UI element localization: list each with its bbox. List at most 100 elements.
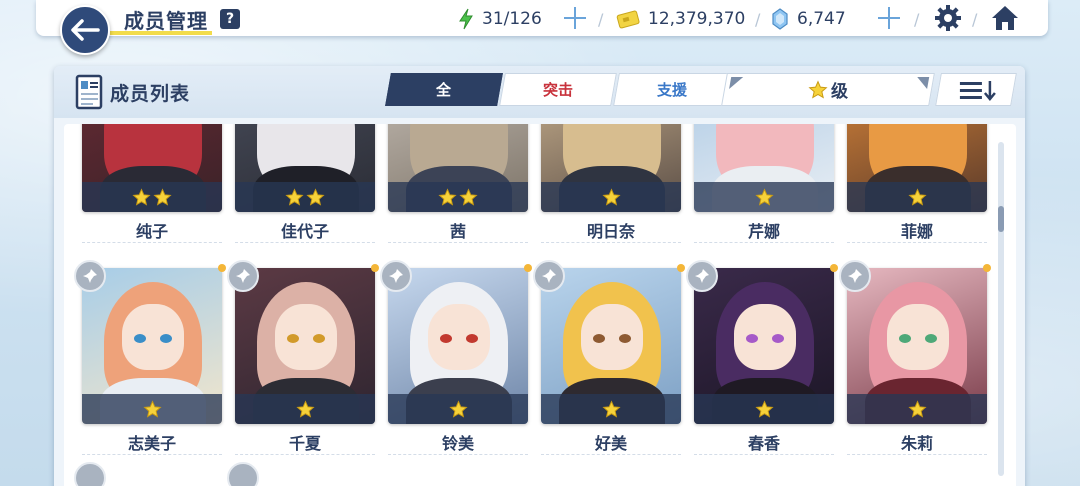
tab-striker-label: 突击 xyxy=(542,81,573,99)
divider xyxy=(541,242,681,243)
star-rating xyxy=(847,394,987,424)
divider: / xyxy=(755,10,761,29)
gear-icon[interactable] xyxy=(934,4,962,32)
pushpin-icon xyxy=(389,269,403,283)
divider xyxy=(847,242,987,243)
star-icon xyxy=(601,399,621,419)
sort-list-icon xyxy=(960,80,996,101)
help-button[interactable]: ? xyxy=(220,9,240,29)
credit-value: 12,379,370 xyxy=(648,9,746,29)
pin-icon[interactable] xyxy=(533,260,565,292)
pin-icon[interactable] xyxy=(839,260,871,292)
star-icon xyxy=(601,187,621,207)
panel-title: 成员列表 xyxy=(110,83,191,105)
face xyxy=(734,304,796,370)
tab-all-label: 全 xyxy=(436,81,452,99)
add-ap-button[interactable] xyxy=(562,5,588,31)
member-portrait xyxy=(541,124,681,212)
member-portrait xyxy=(82,268,222,424)
member-name: 明日奈 xyxy=(586,222,635,241)
pushpin-icon xyxy=(236,269,250,283)
member-name: 纯子 xyxy=(135,222,168,241)
divider xyxy=(694,454,834,455)
divider xyxy=(388,242,528,243)
divider: / xyxy=(598,10,604,29)
star-rating xyxy=(235,394,375,424)
eye xyxy=(134,334,146,343)
eye xyxy=(287,334,299,343)
member-name: 芹娜 xyxy=(747,222,780,241)
member-portrait xyxy=(847,124,987,212)
star-icon xyxy=(754,187,774,207)
new-indicator xyxy=(371,264,379,272)
member-portrait xyxy=(388,268,528,424)
star-icon xyxy=(808,79,828,99)
pin-icon[interactable] xyxy=(227,260,259,292)
pin-icon[interactable] xyxy=(380,260,412,292)
member-portrait xyxy=(388,124,528,212)
member-name: 春香 xyxy=(747,434,780,453)
filter-label: 级 xyxy=(831,82,848,102)
divider xyxy=(235,242,375,243)
eye xyxy=(746,334,758,343)
eye xyxy=(772,334,784,343)
star-icon xyxy=(438,187,457,207)
new-indicator xyxy=(677,264,685,272)
pin-icon[interactable] xyxy=(74,260,106,292)
member-list-panel: 成员列表 全 突击 支援 级 纯子 佳代子 茜 明日奈 芹娜 菲娜 志美子 千夏… xyxy=(54,66,1025,486)
lightning-icon xyxy=(459,8,473,30)
star-rating xyxy=(694,182,834,212)
star-rating xyxy=(388,394,528,424)
divider xyxy=(235,454,375,455)
pin-icon[interactable] xyxy=(74,462,106,486)
star-rating xyxy=(694,394,834,424)
member-portrait xyxy=(694,268,834,424)
star-icon xyxy=(754,399,774,419)
ap-resource: 31/126 xyxy=(458,8,542,30)
pin-icon[interactable] xyxy=(227,462,259,486)
add-pyroxene-button[interactable] xyxy=(876,5,902,31)
eye xyxy=(313,334,325,343)
corner-deco xyxy=(729,77,744,89)
new-indicator xyxy=(524,264,532,272)
star-icon xyxy=(459,187,478,207)
member-name: 佳代子 xyxy=(280,222,329,241)
eye xyxy=(593,334,605,343)
member-name: 菲娜 xyxy=(900,222,933,241)
ap-value: 31/126 xyxy=(482,9,542,29)
member-portrait xyxy=(235,124,375,212)
tab-special[interactable]: 支援 xyxy=(613,73,731,106)
face xyxy=(581,304,643,370)
face xyxy=(428,304,490,370)
divider xyxy=(847,454,987,455)
pushpin-icon xyxy=(542,269,556,283)
eye xyxy=(440,334,452,343)
type-tabs: 全 突击 支援 xyxy=(385,73,731,106)
back-button[interactable] xyxy=(60,5,110,55)
member-portrait xyxy=(847,268,987,424)
member-name: 朱莉 xyxy=(900,434,933,453)
star-icon xyxy=(132,187,151,207)
pin-icon[interactable] xyxy=(686,260,718,292)
star-rating xyxy=(235,182,375,212)
star-rating xyxy=(541,182,681,212)
credit-icon xyxy=(616,10,640,29)
divider xyxy=(82,242,222,243)
star-icon xyxy=(142,399,162,419)
scrollbar-thumb[interactable] xyxy=(998,206,1004,232)
face xyxy=(887,304,949,370)
new-indicator xyxy=(218,264,226,272)
star-rating xyxy=(82,182,222,212)
pushpin-icon xyxy=(695,269,709,283)
home-icon[interactable] xyxy=(990,4,1020,32)
star-filter-dropdown[interactable]: 级 xyxy=(721,73,935,106)
scrollbar[interactable] xyxy=(998,142,1004,476)
pushpin-icon xyxy=(848,269,862,283)
divider: / xyxy=(972,10,978,29)
sort-button[interactable] xyxy=(935,73,1017,106)
member-grid[interactable]: 纯子 佳代子 茜 明日奈 芹娜 菲娜 志美子 千夏 铃美 好美 春香 朱莉 xyxy=(64,124,1016,486)
star-icon xyxy=(285,187,304,207)
member-name: 茜 xyxy=(449,222,466,241)
tab-all[interactable]: 全 xyxy=(385,73,503,106)
tab-striker[interactable]: 突击 xyxy=(499,73,617,106)
